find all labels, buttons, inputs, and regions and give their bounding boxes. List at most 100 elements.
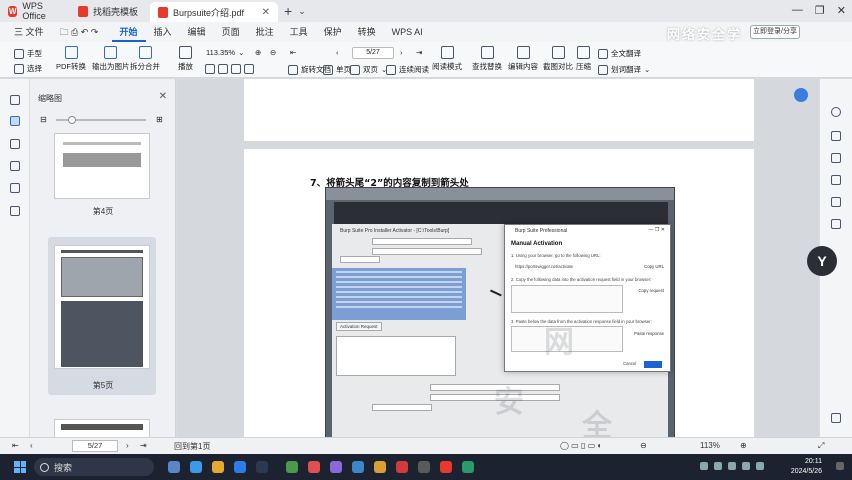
next-page-button[interactable]: › bbox=[400, 48, 403, 57]
app-icon-1[interactable] bbox=[286, 461, 298, 473]
fit-page-icon[interactable] bbox=[218, 64, 228, 74]
store-icon[interactable] bbox=[234, 461, 246, 473]
close-tab-icon[interactable]: ✕ bbox=[262, 7, 270, 18]
thumbnail-icon[interactable] bbox=[10, 116, 20, 126]
tray-icon[interactable] bbox=[714, 462, 722, 470]
double-page-button[interactable]: 双页 ⌄ bbox=[350, 64, 387, 75]
export-icon[interactable] bbox=[831, 219, 841, 229]
bookmark-icon[interactable] bbox=[10, 95, 20, 105]
avatar[interactable] bbox=[794, 88, 808, 102]
select-tool-button[interactable]: 选择 bbox=[14, 63, 42, 74]
help-icon[interactable] bbox=[831, 107, 841, 117]
back-to-first-link[interactable]: 回到第1页 bbox=[174, 441, 210, 452]
notification-icon[interactable] bbox=[836, 462, 844, 470]
split-merge-button[interactable]: 拆分合并 bbox=[130, 46, 160, 72]
menu-page[interactable]: 页面 bbox=[214, 22, 248, 42]
page-thumbnail-4[interactable] bbox=[54, 133, 150, 199]
nav-next-icon[interactable]: › bbox=[126, 441, 129, 450]
menu-start[interactable]: 开始 bbox=[111, 22, 146, 42]
status-page-input[interactable]: 5/27 bbox=[72, 440, 118, 452]
single-page-button[interactable]: 单页 bbox=[323, 64, 351, 75]
nav-prev-icon[interactable]: ‹ bbox=[30, 441, 33, 450]
comment-icon[interactable] bbox=[10, 139, 20, 149]
menu-tools[interactable]: 工具 bbox=[282, 22, 316, 42]
menu-comment[interactable]: 批注 bbox=[248, 22, 282, 42]
layout-icon[interactable] bbox=[831, 175, 841, 185]
tab-document[interactable]: Burpsuite介绍.pdf ✕ bbox=[150, 2, 278, 22]
menu-protect[interactable]: 保护 bbox=[316, 22, 350, 42]
terminal-icon[interactable] bbox=[256, 461, 268, 473]
menu-wps-ai[interactable]: WPS AI bbox=[384, 22, 431, 42]
zoom-in-status-icon[interactable]: ⊕ bbox=[740, 441, 747, 450]
menu-ops[interactable]: 🗀 ⎙ ↶ ↷ ⌄ bbox=[52, 22, 112, 57]
actual-size-icon[interactable] bbox=[231, 64, 241, 74]
find-replace-button[interactable]: 查找替换 bbox=[472, 46, 502, 72]
login-share-button[interactable]: 立即登录/分享 bbox=[750, 25, 800, 39]
pdf-convert-button[interactable]: PDF转换 bbox=[56, 46, 86, 72]
play-button[interactable]: 播放 bbox=[178, 46, 193, 72]
menu-edit[interactable]: 编辑 bbox=[180, 22, 214, 42]
taskbar-search[interactable]: 搜索 bbox=[34, 458, 154, 476]
nav-first-icon[interactable]: ⇤ bbox=[12, 441, 19, 450]
translate-icon[interactable] bbox=[831, 197, 841, 207]
fit-width-icon[interactable] bbox=[205, 64, 215, 74]
menu-file[interactable]: 三 文件 bbox=[6, 22, 52, 42]
layers-icon[interactable] bbox=[10, 206, 20, 216]
tab-wps-office[interactable]: W WPS Office bbox=[0, 0, 70, 22]
crop-icon[interactable] bbox=[244, 64, 254, 74]
menu-insert[interactable]: 插入 bbox=[146, 22, 180, 42]
read-mode-button[interactable]: 阅读模式 bbox=[432, 46, 462, 72]
battery-icon[interactable] bbox=[756, 462, 764, 470]
zoom-status-value[interactable]: 113% bbox=[700, 441, 720, 450]
app-icon-6[interactable] bbox=[396, 461, 408, 473]
app-icon-4[interactable] bbox=[352, 461, 364, 473]
screenshot-compare-button[interactable]: 截图对比 bbox=[543, 46, 573, 72]
app-icon-5[interactable] bbox=[374, 461, 386, 473]
windows-start-icon[interactable] bbox=[14, 461, 26, 473]
last-page-button[interactable]: ⇥ bbox=[416, 48, 422, 57]
tab-template[interactable]: 找稻壳模板 bbox=[70, 0, 150, 22]
maximize-icon[interactable]: ❐ bbox=[815, 4, 825, 17]
shrink-thumb-icon[interactable]: ⊟ bbox=[40, 115, 47, 124]
zoom-out-button[interactable]: ⊖ bbox=[270, 48, 276, 57]
fullscreen-icon[interactable]: ⤢ bbox=[818, 441, 824, 451]
edit-content-button[interactable]: 编辑内容 bbox=[508, 46, 538, 72]
zoom-out-status-icon[interactable]: ⊖ bbox=[640, 441, 647, 450]
settings-icon[interactable] bbox=[831, 131, 841, 141]
close-window-icon[interactable]: ✕ bbox=[837, 4, 846, 17]
prev-page-button[interactable]: ‹ bbox=[336, 48, 339, 57]
volume-icon[interactable] bbox=[742, 462, 750, 470]
new-tab-icon[interactable]: + bbox=[284, 3, 292, 19]
explorer-icon[interactable] bbox=[212, 461, 224, 473]
app-icon-3[interactable] bbox=[330, 461, 342, 473]
hand-tool-button[interactable]: 手型 bbox=[14, 48, 42, 59]
more-icon[interactable] bbox=[831, 413, 841, 423]
zoom-in-button[interactable]: ⊕ bbox=[255, 48, 261, 57]
close-icon[interactable]: ✕ bbox=[159, 91, 167, 102]
enlarge-thumb-icon[interactable]: ⊞ bbox=[156, 115, 163, 124]
first-page-button[interactable]: ⇤ bbox=[290, 48, 296, 57]
attachment-icon[interactable] bbox=[10, 161, 20, 171]
wps-taskbar-icon[interactable] bbox=[440, 461, 452, 473]
share-icon[interactable] bbox=[831, 153, 841, 163]
nav-last-icon[interactable]: ⇥ bbox=[140, 441, 147, 450]
zoom-select[interactable]: 113.35% ⌄ bbox=[206, 48, 244, 57]
ai-assistant-icon[interactable]: Y bbox=[807, 246, 837, 276]
menu-convert[interactable]: 转换 bbox=[350, 22, 384, 42]
app-icon-8[interactable] bbox=[462, 461, 474, 473]
compress-button[interactable]: 压缩 bbox=[576, 46, 591, 72]
thumb-size-slider[interactable] bbox=[56, 116, 146, 124]
document-area[interactable]: 7、将箭头尾“2”的内容复制到箭头处 Burp Suite Pro Instal… bbox=[177, 79, 819, 454]
page-thumbnail-5[interactable] bbox=[54, 245, 150, 369]
slider-knob[interactable] bbox=[68, 116, 76, 124]
clock[interactable]: 20:11 2024/5/26 bbox=[791, 457, 822, 477]
export-image-button[interactable]: 输出为图片 bbox=[92, 46, 130, 72]
wifi-icon[interactable] bbox=[728, 462, 736, 470]
full-translate-button[interactable]: 全文翻译 bbox=[598, 48, 641, 59]
continuous-read-button[interactable]: 连续阅读 bbox=[386, 64, 429, 75]
chevron-down-icon[interactable]: ⌄ bbox=[298, 6, 306, 17]
task-view-icon[interactable] bbox=[168, 461, 180, 473]
tray-icon[interactable] bbox=[700, 462, 708, 470]
minimize-icon[interactable]: — bbox=[792, 4, 803, 17]
page-number-input[interactable]: 5/27 bbox=[352, 47, 394, 59]
